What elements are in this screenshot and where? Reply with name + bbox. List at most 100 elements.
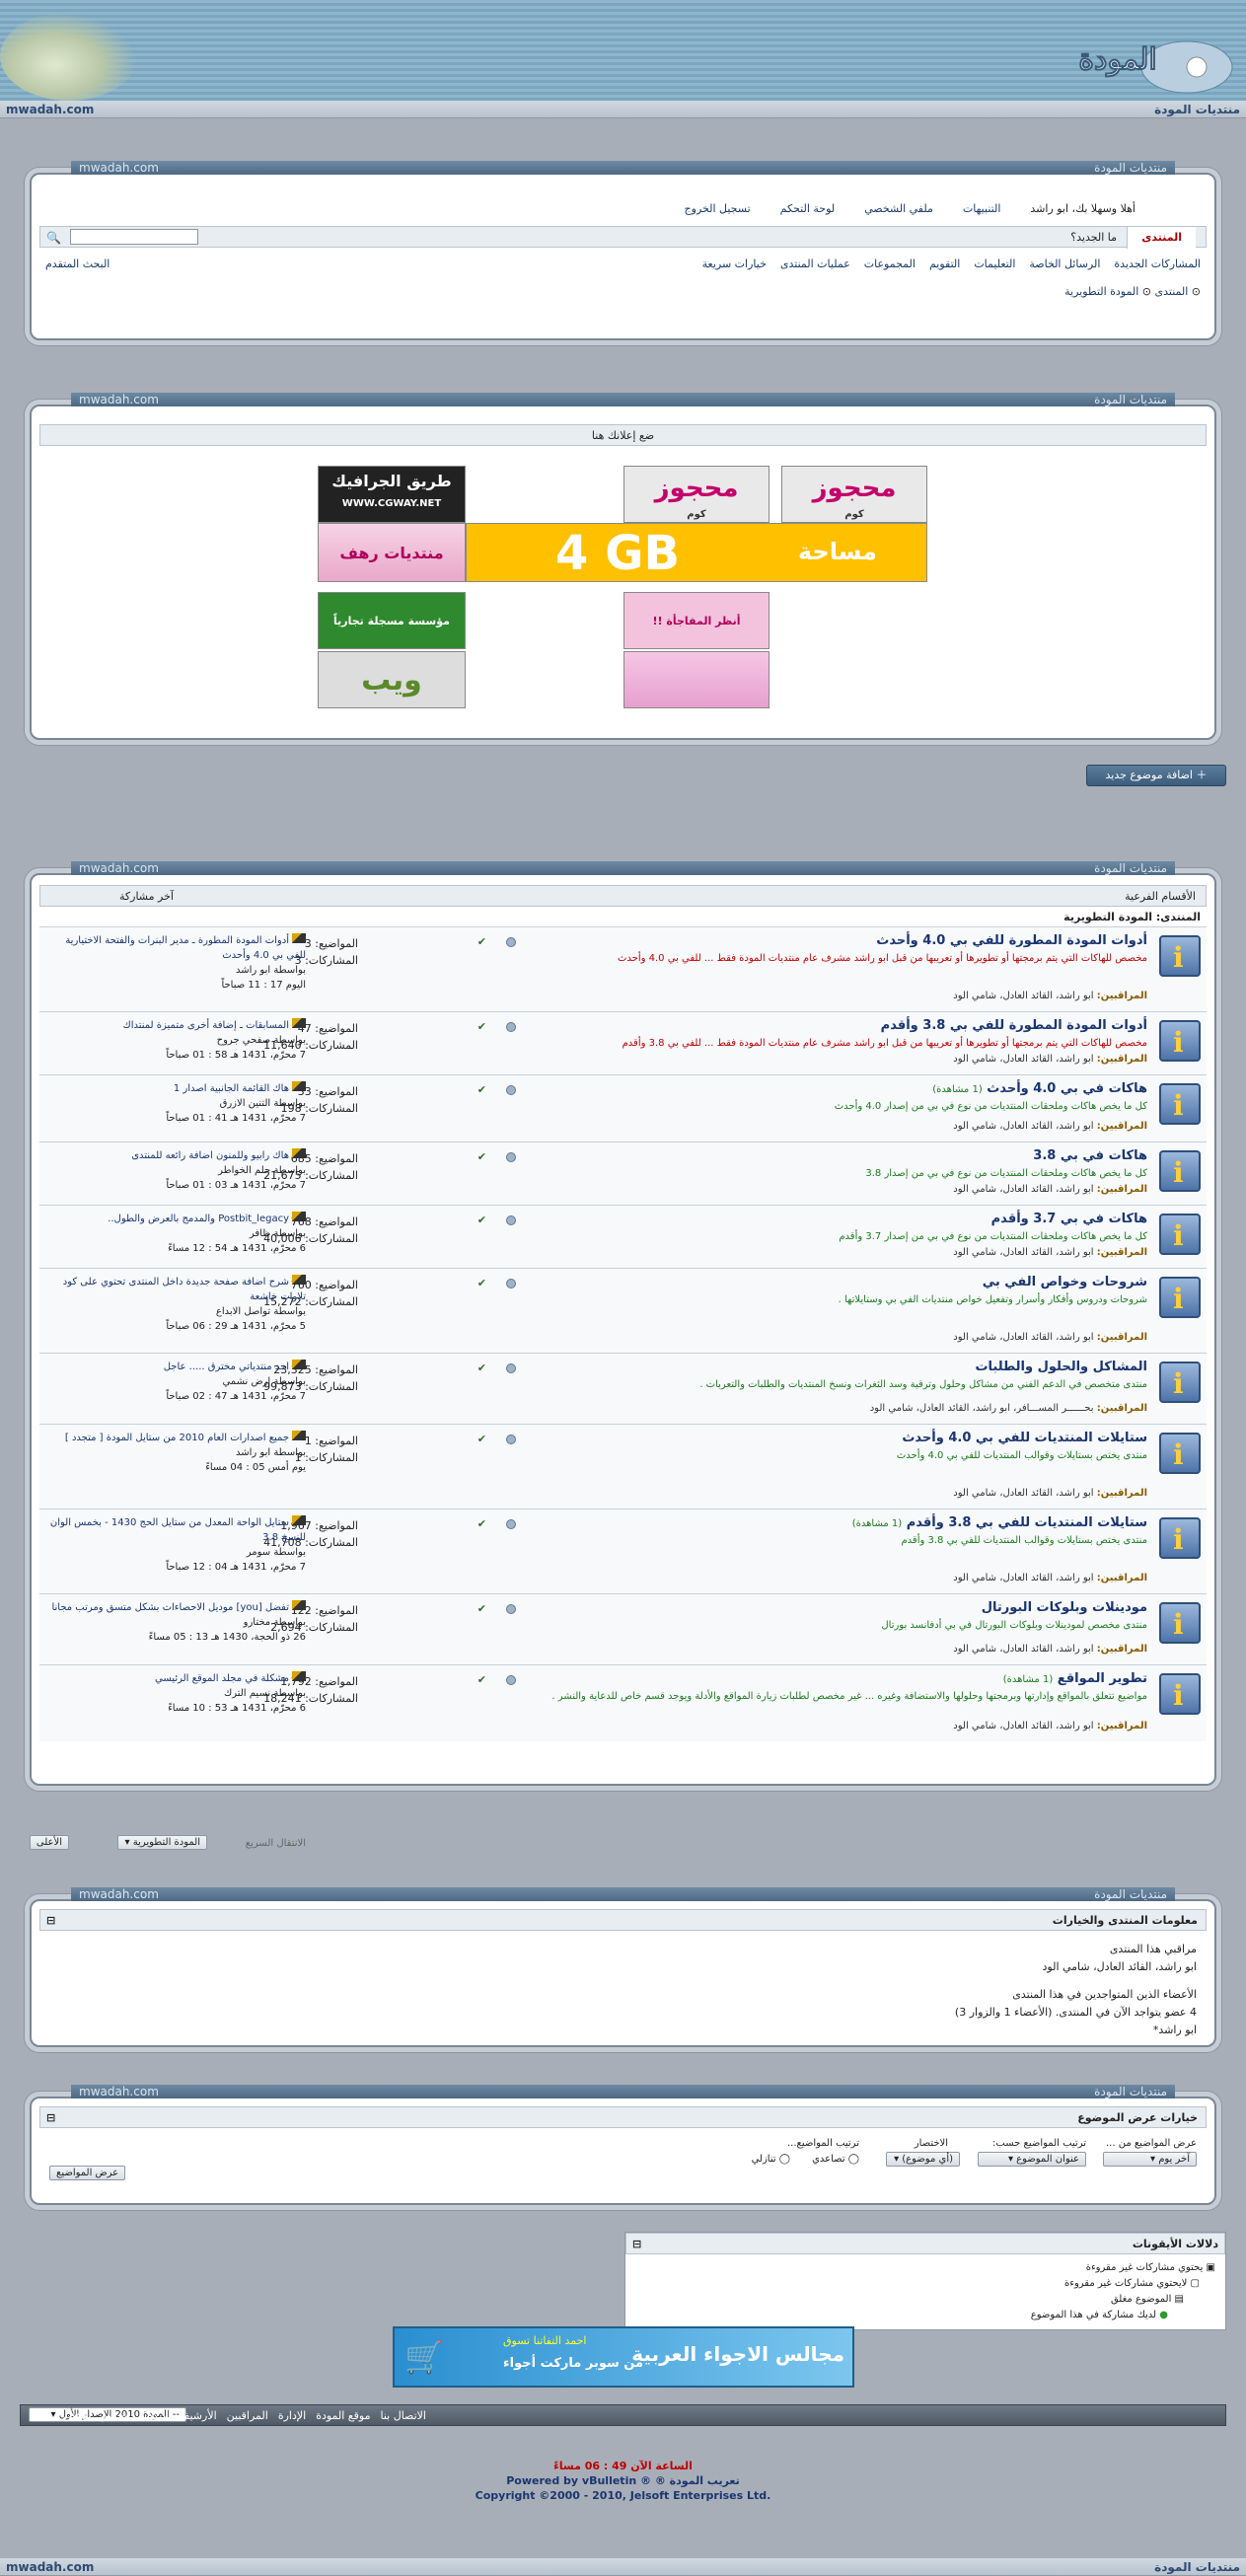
footer-link-archive[interactable]: الأرشيف xyxy=(179,2409,217,2422)
forum-title[interactable]: هاكات في بي 3.8 xyxy=(1033,1148,1147,1163)
ad-reserved-2[interactable]: محجوز كوم xyxy=(623,466,770,523)
forum-title[interactable]: أدوات المودة المطورة للفي بي 4.0 وأحدث xyxy=(876,933,1147,948)
alerts-link[interactable]: التنبيهات xyxy=(963,202,1000,215)
rss-dot-icon[interactable] xyxy=(506,1279,516,1288)
forum-row[interactable]: هاكات في بي 4.0 وأحدث (1 مشاهدة) كل ما يخ… xyxy=(39,1074,1207,1141)
site-domain[interactable]: mwadah.com xyxy=(6,101,94,118)
subnav-calendar[interactable]: التقويم xyxy=(929,258,960,270)
bottom-domain[interactable]: mwadah.com xyxy=(6,2558,94,2576)
ad-space[interactable]: مساحة 4 GB xyxy=(466,523,927,582)
forum-title[interactable]: مودينلات وبلوكات البورتال xyxy=(982,1600,1147,1615)
last-post-title[interactable]: هاك القائمة الجانبية اصدار 1 xyxy=(49,1081,306,1096)
ad-company[interactable]: مؤسسة مسجلة تجارياً xyxy=(318,592,466,649)
forum-title[interactable]: هاكات في بي 4.0 وأحدث (1 مشاهدة) xyxy=(932,1081,1147,1096)
breadcrumb-home[interactable]: المنتدى xyxy=(1154,285,1188,298)
sort-select[interactable]: عنوان الموضوع ▾ xyxy=(978,2152,1086,2167)
home-icon[interactable]: ⊙ xyxy=(1192,285,1201,298)
last-post-title[interactable]: المسابقات ـ إضافة أخرى متميزة لمنتداك xyxy=(49,1018,306,1033)
mods-names[interactable]: ابو راشد، القائد العادل، شامي الود xyxy=(953,1121,1093,1132)
search-icon[interactable]: 🔍 xyxy=(46,227,61,249)
rss-dot-icon[interactable] xyxy=(506,1519,516,1529)
search-input[interactable] xyxy=(70,229,198,245)
last-post-title[interactable]: مشكلة في مجلد الموقع الرئيسي xyxy=(49,1671,306,1686)
usercp-link[interactable]: لوحة التحكم xyxy=(780,202,835,215)
ad-reserved-1[interactable]: محجوز كوم xyxy=(781,466,927,523)
last-post-author[interactable]: بواسطة ابو راشد xyxy=(49,1445,306,1460)
ad-rahaf[interactable]: منتديات رهف xyxy=(318,523,466,582)
last-post-author[interactable]: بواسطة تواصل الابداع xyxy=(49,1304,306,1319)
tab-whats-new[interactable]: ما الجديد؟ xyxy=(1061,227,1127,249)
last-post-author[interactable]: بواسطة ظافر xyxy=(49,1226,306,1241)
forum-row[interactable]: المشاكل والحلول والطلبات منتدى متخصص في … xyxy=(39,1353,1207,1424)
last-post-title[interactable]: تفضل [you] موديل الاحصاءات بشكل متسق ومر… xyxy=(49,1600,306,1615)
footer-link-design[interactable]: تصميم xyxy=(102,2409,131,2422)
rss-dot-icon[interactable] xyxy=(506,937,516,947)
rss-dot-icon[interactable] xyxy=(506,1022,516,1032)
ad-surprise[interactable]: أنظر المفاجأة !! xyxy=(623,592,770,649)
footer-link-contact[interactable]: الاتصال بنا xyxy=(380,2409,426,2422)
last-post-author[interactable]: بواسطة ارض نشمي xyxy=(49,1374,306,1389)
forum-row[interactable]: ستايلات المنتديات للفي بي 3.8 وأقدم (1 م… xyxy=(39,1509,1207,1593)
subnav-new-posts[interactable]: المشاركات الجديدة xyxy=(1114,258,1201,270)
subnav-pm[interactable]: الرسائل الخاصة xyxy=(1029,258,1100,270)
order-asc[interactable]: ◯ تصاعدي xyxy=(812,2154,859,2165)
mods-names[interactable]: ابو راشد، القائد العادل، شامي الود xyxy=(953,991,1093,1001)
site-title[interactable]: منتديات المودة xyxy=(1154,103,1240,116)
forum-row[interactable]: هاكات في بي 3.7 وأقدم كل ما يخص هاكات وم… xyxy=(39,1205,1207,1268)
mods-names[interactable]: ابو راشد، القائد العادل، شامي الود xyxy=(953,1184,1093,1195)
forum-row[interactable]: أدوات المودة المطورة للفي بي 3.8 وأقدم م… xyxy=(39,1011,1207,1074)
rss-dot-icon[interactable] xyxy=(506,1085,516,1095)
subnav-quick-links[interactable]: خيارات سريعة xyxy=(702,258,767,270)
footer-link-admin[interactable]: الإدارة xyxy=(278,2409,306,2422)
mods-names[interactable]: ابو راشد، القائد العادل، شامي الود xyxy=(953,1247,1093,1258)
mods-names[interactable]: ابو راشد، القائد العادل، شامي الود xyxy=(953,1573,1093,1583)
ad-pink[interactable] xyxy=(623,651,770,708)
order-desc[interactable]: ◯ تنازلي xyxy=(752,2154,790,2165)
last-post-author[interactable]: بواسطة مختارو xyxy=(49,1615,306,1630)
online-users[interactable]: ابو راشد* xyxy=(955,2022,1197,2039)
footer-link-top[interactable]: الأعلى xyxy=(63,2409,92,2422)
rss-dot-icon[interactable] xyxy=(506,1363,516,1373)
collapse-icon[interactable]: ⊟ xyxy=(632,2234,641,2255)
last-post-title[interactable]: Postbit_legacy والمدمج بالعرض والطول.. xyxy=(49,1212,306,1226)
ad-web[interactable]: ويب xyxy=(318,651,466,708)
last-post-author[interactable]: بواسطة سومر xyxy=(49,1545,306,1560)
last-post-author[interactable]: بواسطة حلم الخواطر xyxy=(49,1163,306,1178)
forum-title[interactable]: شروحات وخواص الفي بي xyxy=(983,1275,1147,1289)
collapse-icon[interactable]: ⊟ xyxy=(46,1910,55,1932)
site-logo[interactable]: المودة xyxy=(999,20,1236,99)
last-post-title[interactable]: شرح اضافة صفحة جديدة داخل المنتدى تحتوي … xyxy=(49,1275,306,1304)
rss-dot-icon[interactable] xyxy=(506,1675,516,1685)
mods-names[interactable]: بحــــــر المســـافر، ابو راشد، القائد ا… xyxy=(870,1403,1094,1414)
forum-title[interactable]: تطوير المواقع (1 مشاهدة) xyxy=(1003,1671,1147,1686)
mods-names[interactable]: ابو راشد، القائد العادل، شامي الود xyxy=(953,1721,1093,1731)
ad-graphics[interactable]: طريق الجرافيك WWW.CGWAY.NET xyxy=(318,466,466,523)
forum-row[interactable]: أدوات المودة المطورة للفي بي 4.0 وأحدث م… xyxy=(39,926,1207,1011)
footer-link-alexa[interactable]: أليكسا xyxy=(140,2409,169,2422)
mods-names[interactable]: ابو راشد، القائد العادل، شامي الود xyxy=(953,1332,1093,1343)
last-post-author[interactable]: بواسطة ابو راشد xyxy=(49,963,306,978)
last-post-title[interactable]: جميع اصدارات العام 2010 من ستايل المودة … xyxy=(49,1431,306,1445)
forum-title[interactable]: أدوات المودة المطورة للفي بي 3.8 وأقدم xyxy=(881,1018,1147,1033)
forum-row[interactable]: شروحات وخواص الفي بي شروحات ودروس وأفكار… xyxy=(39,1268,1207,1353)
collapse-icon[interactable]: ⊟ xyxy=(46,2107,55,2129)
jump-select[interactable]: المودة التطويرية ▾ xyxy=(117,1835,207,1850)
forum-title[interactable]: ستايلات المنتديات للفي بي 3.8 وأقدم (1 م… xyxy=(852,1515,1147,1530)
rss-dot-icon[interactable] xyxy=(506,1604,516,1614)
footer-link-site[interactable]: موقع المودة xyxy=(316,2409,370,2422)
mods-names[interactable]: ابو راشد، القائد العادل، شامي الود xyxy=(953,1054,1093,1065)
breadcrumb-current[interactable]: المودة التطويرية xyxy=(1064,285,1138,298)
last-post-title[interactable]: ستايل الواحة المعدل من ستايل الحج 1430 -… xyxy=(49,1515,306,1545)
forum-row[interactable]: مودينلات وبلوكات البورتال منتدى مخصص لمو… xyxy=(39,1593,1207,1664)
rss-dot-icon[interactable] xyxy=(506,1435,516,1444)
last-post-title[interactable]: أدوات المودة المطورة ـ مدير البنرات والف… xyxy=(49,933,306,963)
prefix-select[interactable]: (أي موضوع) ▾ xyxy=(886,2152,960,2167)
subnav-faq[interactable]: التعليمات xyxy=(974,258,1015,270)
advanced-search-link[interactable]: البحث المتقدم xyxy=(45,258,110,270)
top-button[interactable]: الأعلى xyxy=(29,1835,69,1850)
last-post-title[interactable]: هاك رابيو وللمنون اضافة رائعه للمنتدى xyxy=(49,1148,306,1163)
rss-dot-icon[interactable] xyxy=(506,1152,516,1162)
forum-title[interactable]: المشاكل والحلول والطلبات xyxy=(975,1360,1147,1374)
tab-forum[interactable]: المنتدى xyxy=(1127,227,1196,249)
forum-title[interactable]: هاكات في بي 3.7 وأقدم xyxy=(991,1212,1147,1226)
